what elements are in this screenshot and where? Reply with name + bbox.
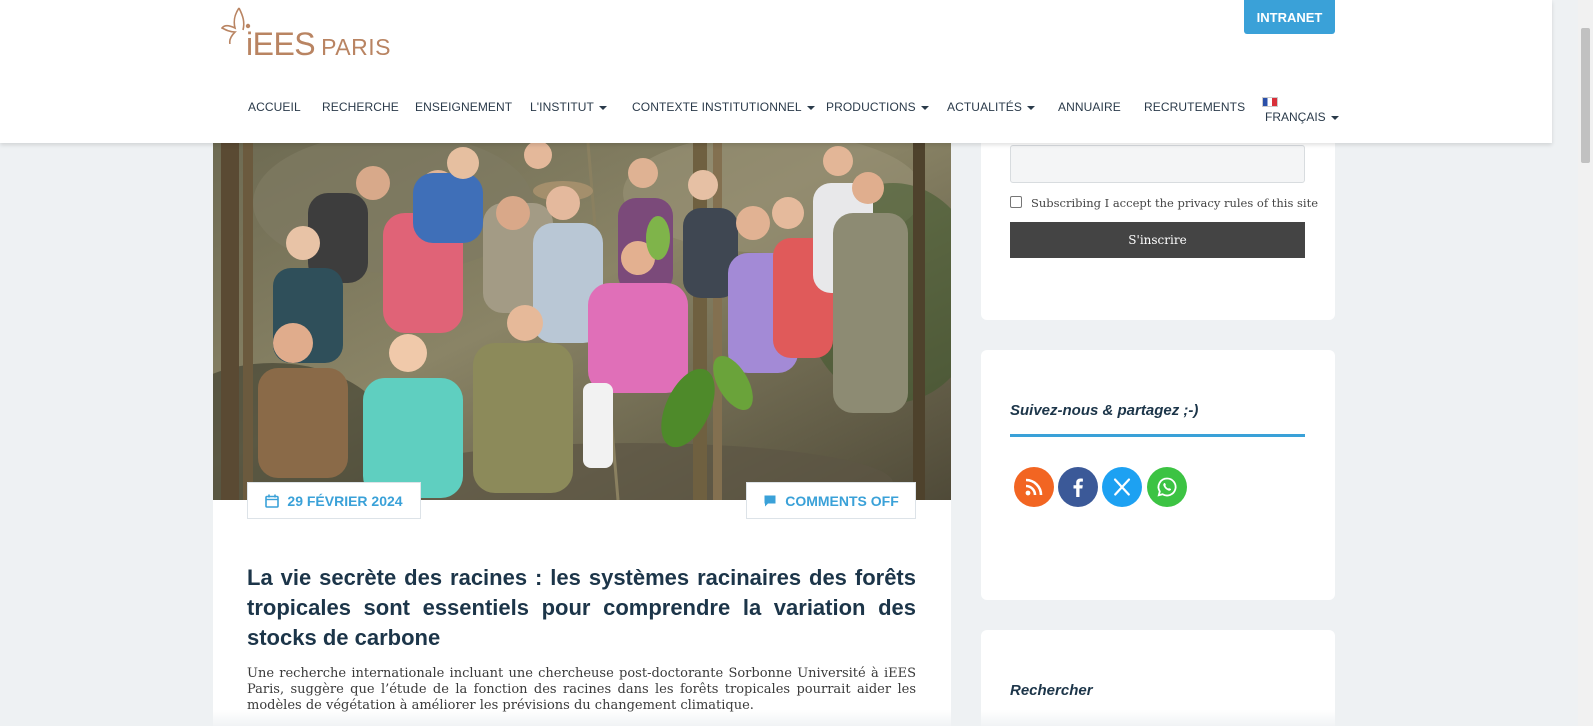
nav-institut[interactable]: L'INSTITUT: [530, 100, 607, 114]
intranet-button[interactable]: INTRANET: [1244, 0, 1335, 34]
caret-down-icon: [920, 105, 929, 110]
facebook-icon[interactable]: [1058, 467, 1098, 507]
language-name: FRANÇAIS: [1265, 110, 1326, 124]
nav-label: CONTEXTE INSTITUTIONNEL: [632, 100, 802, 114]
facebook-glyph: [1073, 478, 1083, 497]
caret-down-icon: [598, 105, 607, 110]
nav-productions[interactable]: PRODUCTIONS: [826, 100, 929, 114]
rss-glyph: [1025, 478, 1043, 496]
language-label: FRANÇAIS: [1265, 110, 1339, 124]
whatsapp-icon[interactable]: [1147, 467, 1187, 507]
nav-label: RECHERCHE: [322, 100, 399, 114]
x-glyph: [1113, 478, 1131, 496]
nav-label: ACCUEIL: [248, 100, 301, 114]
nav-label: L'INSTITUT: [530, 100, 594, 114]
article-comments: COMMENTS OFF: [785, 492, 899, 509]
group-photo-illustration: [213, 143, 951, 500]
subscribe-button[interactable]: S'inscrire: [1010, 222, 1305, 258]
calendar-icon: [265, 494, 280, 508]
search-widget-title: Rechercher: [1010, 682, 1093, 699]
comment-icon: [764, 495, 776, 506]
privacy-checkbox[interactable]: [1010, 196, 1022, 208]
caret-down-icon: [806, 105, 815, 110]
logo-text: iEES PARIS: [246, 26, 391, 63]
search-widget: [981, 630, 1335, 726]
site-logo[interactable]: iEES PARIS: [221, 4, 391, 63]
article-title[interactable]: La vie secrète des racines : les système…: [247, 563, 916, 653]
logo-paris: PARIS: [321, 34, 391, 60]
nav-label: ENSEIGNEMENT: [415, 100, 513, 114]
x-twitter-icon[interactable]: [1102, 467, 1142, 507]
nav-label: PRODUCTIONS: [826, 100, 916, 114]
nav-enseignement[interactable]: ENSEIGNEMENT: [415, 100, 512, 114]
privacy-label: Subscribing I accept the privacy rules o…: [1031, 196, 1319, 210]
article-comments-badge[interactable]: COMMENTS OFF: [746, 482, 916, 519]
rss-icon[interactable]: [1014, 467, 1054, 507]
nav-accueil[interactable]: ACCUEIL: [248, 100, 301, 114]
article-date-badge[interactable]: 29 FÉVRIER 2024: [247, 482, 421, 519]
article-hero-image[interactable]: [213, 143, 951, 500]
nav-label: ANNUAIRE: [1058, 100, 1121, 114]
whatsapp-glyph: [1157, 477, 1177, 497]
language-switcher[interactable]: FRANÇAIS: [1262, 97, 1339, 124]
newsletter-email-input[interactable]: [1010, 145, 1305, 183]
logo-iees: iEES: [246, 26, 316, 62]
article-date: 29 FÉVRIER 2024: [287, 492, 403, 509]
caret-down-icon: [1330, 115, 1339, 120]
title-divider: [1010, 434, 1305, 437]
site-header: iEES PARIS INTRANET ACCUEIL RECHERCHE ENS…: [0, 0, 1552, 143]
nav-annuaire[interactable]: ANNUAIRE: [1058, 100, 1121, 114]
nav-recherche[interactable]: RECHERCHE: [322, 100, 399, 114]
caret-down-icon: [1027, 105, 1036, 110]
nav-contexte-institutionnel[interactable]: CONTEXTE INSTITUTIONNEL: [632, 100, 815, 114]
page-scrollbar[interactable]: [1578, 0, 1593, 726]
scrollbar-thumb[interactable]: [1581, 28, 1590, 163]
follow-widget-title: Suivez-nous & partagez ;-): [1010, 402, 1199, 419]
french-flag-icon: [1262, 97, 1278, 107]
nav-label: ACTUALITÉS: [947, 100, 1023, 114]
nav-recrutements[interactable]: RECRUTEMENTS: [1144, 100, 1245, 114]
nav-label: RECRUTEMENTS: [1144, 100, 1246, 114]
article-excerpt: Une recherche internationale incluant un…: [247, 666, 916, 713]
nav-actualites[interactable]: ACTUALITÉS: [947, 100, 1036, 114]
